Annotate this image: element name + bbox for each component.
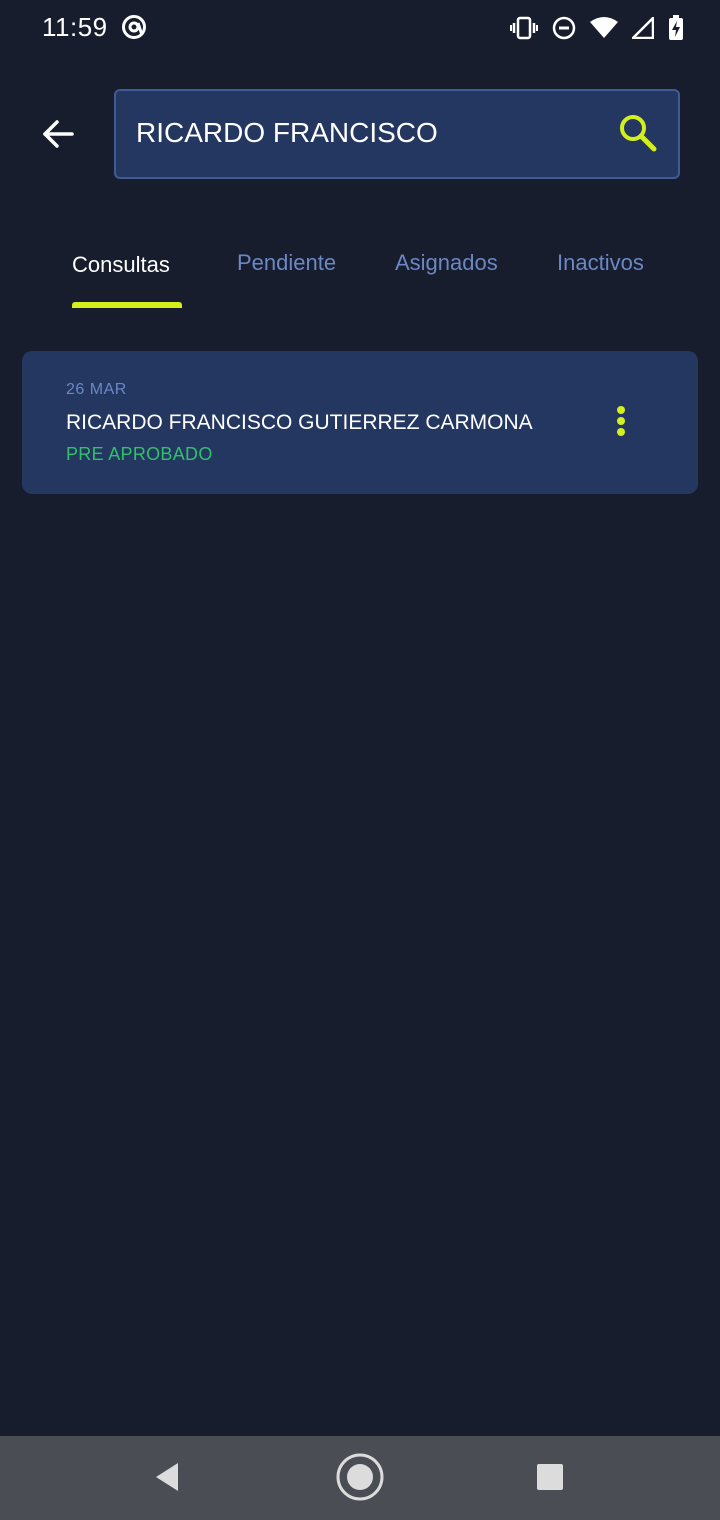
back-button[interactable]: [34, 112, 82, 160]
status-icons: [510, 12, 684, 44]
more-vertical-icon: [615, 405, 627, 442]
result-name: RICARDO FRANCISCO GUTIERREZ CARMONA: [66, 411, 533, 434]
tab-inactivos[interactable]: Inactivos: [557, 250, 644, 276]
screen: 11:59 RICARDO FRANCISCO Consultas Pendie…: [0, 0, 720, 1520]
result-date: 26 MAR: [66, 381, 127, 398]
nav-back-icon: [152, 1461, 182, 1498]
battery-charging-icon: [668, 15, 684, 41]
search-button[interactable]: [616, 113, 660, 157]
status-time: 11:59: [42, 12, 108, 42]
tab-consultas[interactable]: Consultas: [72, 252, 170, 278]
signal-icon: [632, 17, 654, 39]
arrow-left-icon: [41, 119, 75, 154]
vibrate-icon: [510, 16, 538, 40]
nav-recents-icon: [536, 1463, 564, 1496]
result-menu-button[interactable]: [606, 401, 636, 445]
tab-bar: Consultas Pendiente Asignados Inactivos: [0, 240, 720, 310]
status-bar: 11:59: [0, 0, 720, 56]
system-nav-bar: [0, 1436, 720, 1520]
search-input[interactable]: [136, 113, 596, 153]
wifi-icon: [590, 17, 618, 39]
result-card[interactable]: 26 MAR RICARDO FRANCISCO GUTIERREZ CARMO…: [22, 351, 698, 494]
nav-back-button[interactable]: [142, 1454, 192, 1504]
nav-recents-button[interactable]: [525, 1454, 575, 1504]
active-tab-indicator: [72, 302, 182, 308]
tab-asignados[interactable]: Asignados: [395, 250, 498, 276]
nav-home-icon: [335, 1452, 385, 1507]
search-icon: [618, 113, 658, 158]
nav-home-button[interactable]: [335, 1452, 385, 1507]
do-not-disturb-icon: [552, 16, 576, 40]
tab-pendiente[interactable]: Pendiente: [237, 250, 336, 276]
result-status: PRE APROBADO: [66, 444, 213, 464]
at-sign-icon: [120, 13, 148, 41]
search-box: [114, 89, 680, 179]
